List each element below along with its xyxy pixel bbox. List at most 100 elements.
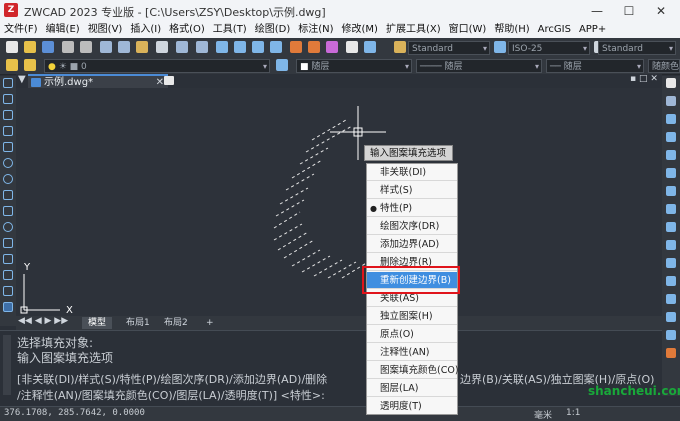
mirror-tool-icon[interactable] [666,114,676,124]
dim-style-select[interactable]: ISO-25 ▾ [508,41,590,55]
extend-tool-icon[interactable] [666,258,676,268]
menu-draw[interactable]: 绘图(D) [251,22,295,38]
polygon-tool-icon[interactable] [3,126,13,136]
menu-help[interactable]: 帮助(H) [490,22,533,38]
menu-modify[interactable]: 修改(M) [338,22,382,38]
point-tool-icon[interactable] [3,286,13,296]
fillet-tool-icon[interactable] [666,330,676,340]
open-file-icon[interactable] [24,41,36,53]
close-button[interactable]: ✕ [646,3,676,19]
menu-item-origin[interactable]: 原点(O) [367,326,457,343]
print-preview-icon[interactable] [80,41,92,53]
menu-item-nonassociative[interactable]: 非关联(DI) [367,164,457,181]
tab-add-layout[interactable]: + [200,317,220,329]
menu-item-hatch-color[interactable]: 图案填充颜色(CO) [367,362,459,379]
ellipse-arc-icon[interactable] [3,238,13,248]
layer-select[interactable]: ● ☀ ■ 0 ▾ [44,59,270,73]
copy-tool-icon[interactable] [666,96,676,106]
hatch-tool-icon[interactable] [3,302,13,312]
move-tool-icon[interactable] [666,168,676,178]
menu-edit[interactable]: 编辑(E) [42,22,84,38]
menu-item-style[interactable]: 样式(S) [367,182,457,199]
menu-format[interactable]: 格式(O) [165,22,209,38]
zoom-realtime-icon[interactable] [234,41,246,53]
print-icon[interactable] [62,41,74,53]
plot-style-select[interactable]: 随颜色 [648,59,680,73]
revision-cloud-icon[interactable] [3,190,13,200]
redo-icon[interactable] [196,41,208,53]
table-style-select[interactable]: Standard ▾ [598,41,676,55]
linetype-select[interactable]: ──── 随层 ▾ [416,59,542,73]
insert-block-icon[interactable] [3,254,13,264]
layer-manager-icon[interactable] [6,59,18,71]
menu-view[interactable]: 视图(V) [84,22,127,38]
match-properties-icon[interactable] [156,41,168,53]
tool-palettes-icon[interactable] [326,41,338,53]
save-icon[interactable] [42,41,54,53]
zoom-window-icon[interactable] [252,41,264,53]
trim-tool-icon[interactable] [666,240,676,250]
copy-icon[interactable] [118,41,130,53]
menu-extension-tools[interactable]: 扩展工具(X) [382,22,445,38]
tab-list-icon[interactable]: ▼ [18,74,26,85]
scale-tool-icon[interactable] [666,204,676,214]
lineweight-select[interactable]: ── 随层 ▾ [546,59,644,73]
zoom-previous-icon[interactable] [270,41,282,53]
cut-icon[interactable] [100,41,112,53]
stretch-tool-icon[interactable] [666,222,676,232]
help-icon[interactable] [364,41,376,53]
array-tool-icon[interactable] [666,150,676,160]
menu-item-transparency[interactable]: 透明度(T) [367,398,457,415]
paste-icon[interactable] [136,41,148,53]
drawing-area[interactable]: Y X [16,88,662,316]
menu-item-add-boundary[interactable]: 添加边界(AD) [367,236,457,253]
new-tab-icon[interactable] [164,76,174,85]
erase-tool-icon[interactable] [666,78,676,88]
polyline-tool-icon[interactable] [3,110,13,120]
menu-item-properties[interactable]: ● 特性(P) [367,200,457,217]
layer-state-icon[interactable] [24,59,36,71]
menu-app-plus[interactable]: APP+ [575,22,610,38]
menu-arcgis[interactable]: ArcGIS [534,22,575,38]
explode-tool-icon[interactable] [666,348,676,358]
calculator-icon[interactable] [346,41,358,53]
ellipse-tool-icon[interactable] [3,222,13,232]
circle-tool-icon[interactable] [3,174,13,184]
maximize-button[interactable]: ☐ [614,3,644,19]
chamfer-tool-icon[interactable] [666,312,676,322]
menu-insert[interactable]: 插入(I) [126,22,165,38]
command-options-line2[interactable]: /注释性(AN)/图案填充颜色(CO)/图层(LA)/透明度(T)] <特性>: [17,387,325,403]
layout-nav-arrows[interactable]: ◀◀ ◀ ▶ ▶▶ [18,316,68,326]
scale-indicator[interactable]: 1:1 [566,408,580,418]
color-select[interactable]: ■ 随层 ▾ [296,59,412,73]
undo-icon[interactable] [176,41,188,53]
document-tab[interactable]: 示例.dwg* ✕ [28,74,168,88]
join-tool-icon[interactable] [666,294,676,304]
menu-item-annotative[interactable]: 注释性(AN) [367,344,457,361]
design-center-icon[interactable] [308,41,320,53]
properties-icon[interactable] [290,41,302,53]
new-file-icon[interactable] [6,41,18,53]
construction-line-icon[interactable] [3,94,13,104]
offset-tool-icon[interactable] [666,132,676,142]
pan-icon[interactable] [216,41,228,53]
line-tool-icon[interactable] [3,78,13,88]
menu-item-layer[interactable]: 图层(LA) [367,380,457,397]
menu-dimension[interactable]: 标注(N) [294,22,337,38]
menu-item-separate-hatches[interactable]: 独立图案(H) [367,308,457,325]
menu-window[interactable]: 窗口(W) [445,22,491,38]
minimize-button[interactable]: — [582,3,612,19]
make-block-icon[interactable] [3,270,13,280]
make-current-layer-icon[interactable] [276,59,288,71]
tab-layout1[interactable]: 布局1 [120,317,156,329]
viewport-controls[interactable]: ▪ □ ✕ [630,74,658,84]
break-tool-icon[interactable] [666,276,676,286]
tab-layout2[interactable]: 布局2 [158,317,194,329]
rectangle-tool-icon[interactable] [3,142,13,152]
units-indicator[interactable]: 毫米 [534,408,552,421]
menu-file[interactable]: 文件(F) [0,22,42,38]
menu-item-draw-order[interactable]: 绘图次序(DR) [367,218,457,235]
text-style-select[interactable]: Standard ▾ [408,41,490,55]
arc-tool-icon[interactable] [3,158,13,168]
menu-tools[interactable]: 工具(T) [209,22,251,38]
